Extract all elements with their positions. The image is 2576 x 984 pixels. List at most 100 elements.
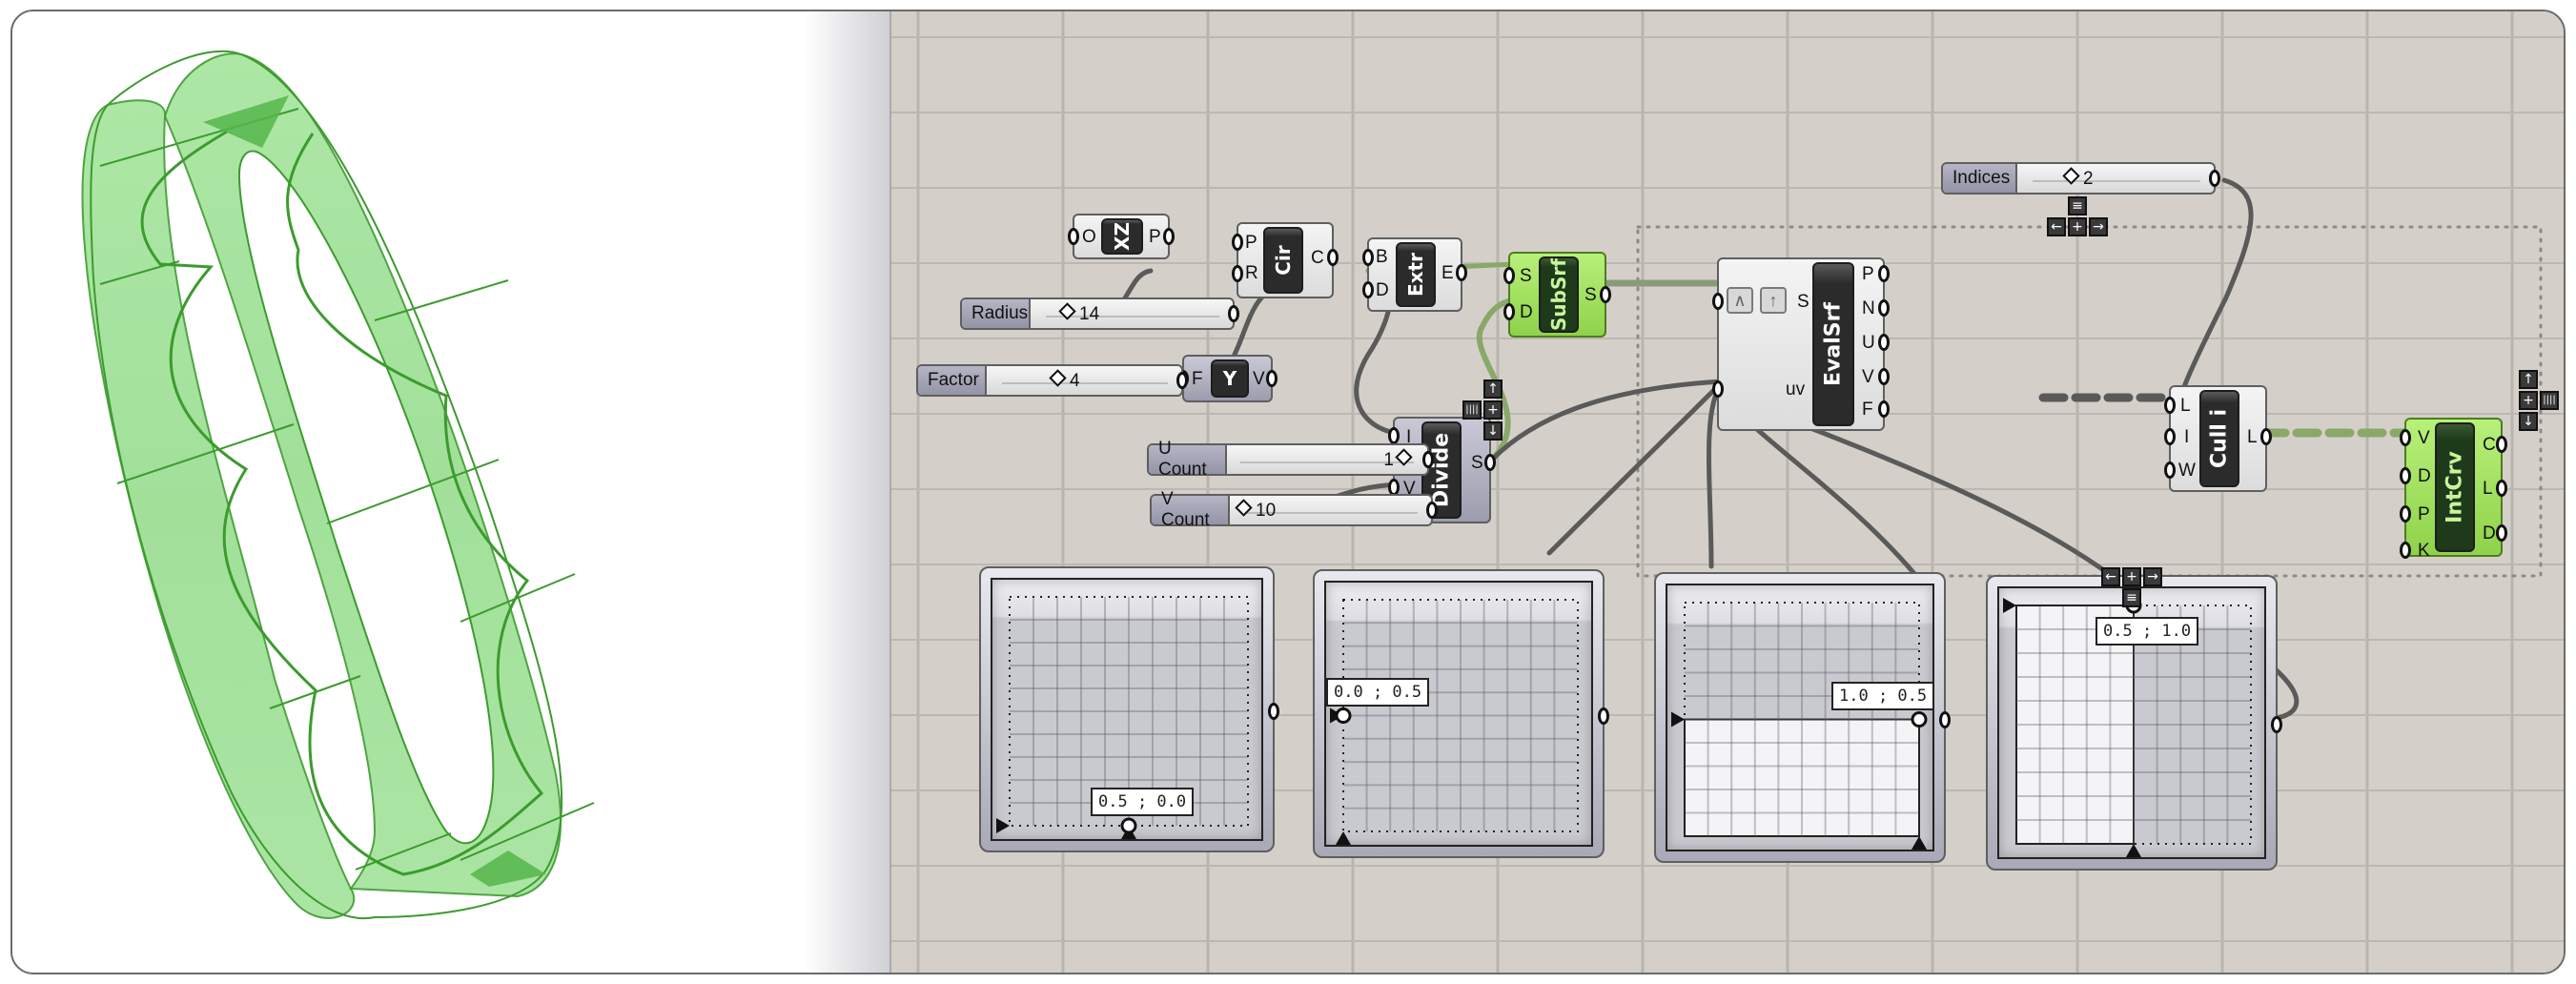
output-grip[interactable]: [1878, 368, 1890, 385]
list-toggle-icon[interactable]: ||||: [1462, 400, 1482, 420]
output-grip[interactable]: [2260, 428, 2272, 445]
output-grip[interactable]: [1878, 265, 1890, 282]
output-grip[interactable]: [1266, 370, 1278, 387]
plus-icon[interactable]: +: [1483, 400, 1503, 420]
input-grip[interactable]: [2400, 467, 2411, 484]
reparameterize-icon[interactable]: ∧: [1727, 287, 1753, 314]
list-icon[interactable]: ≡: [2068, 196, 2087, 215]
v-marker-icon[interactable]: [996, 818, 1010, 833]
component-circle[interactable]: P R Cir C: [1232, 222, 1339, 298]
slider-handle-icon[interactable]: [1049, 369, 1067, 387]
input-grip[interactable]: [2400, 505, 2411, 523]
md-slider[interactable]: 0.5 ; 0.0: [979, 566, 1279, 852]
arrow-down-icon[interactable]: ↓: [1483, 421, 1503, 441]
input-grip[interactable]: [1068, 228, 1079, 245]
slider-value[interactable]: 14: [1057, 302, 1099, 325]
slider-handle-icon[interactable]: [1235, 499, 1253, 517]
output-grip[interactable]: [2496, 524, 2507, 542]
u-marker-icon[interactable]: [2126, 844, 2141, 857]
md-slider-area[interactable]: 1.0 ; 0.5: [1666, 584, 1935, 851]
input-grip[interactable]: [1362, 249, 1374, 266]
output-grip[interactable]: [1228, 305, 1239, 322]
output-grip[interactable]: [1163, 228, 1175, 245]
output-grip[interactable]: [2209, 170, 2220, 187]
output-grip[interactable]: [1878, 299, 1890, 317]
slider-value[interactable]: 1: [1383, 448, 1416, 471]
output-grip[interactable]: [2496, 436, 2507, 453]
output-grip[interactable]: [1484, 454, 1496, 471]
arrow-right-icon[interactable]: →: [2143, 567, 2162, 586]
u-marker-icon[interactable]: [1336, 831, 1351, 845]
slider-value[interactable]: 2: [2061, 167, 2094, 190]
component-interpolate-curve[interactable]: V D P K IntCrv C L D: [2400, 418, 2507, 561]
list-toggle-icon[interactable]: ||||: [2540, 391, 2559, 410]
grasshopper-canvas[interactable]: O XZ P P R Cir C B D Extr E F Y V S D Su…: [889, 11, 2564, 973]
arrow-up-icon[interactable]: ↑: [1483, 379, 1503, 399]
output-grip[interactable]: [1327, 249, 1339, 266]
output-grip[interactable]: [1268, 703, 1279, 720]
slider-handle-icon[interactable]: [1395, 448, 1413, 466]
md-slider[interactable]: 0.0 ; 0.5: [1313, 569, 1609, 858]
input-grip[interactable]: [1388, 427, 1400, 444]
input-grip[interactable]: [2164, 461, 2176, 479]
v-marker-icon[interactable]: [1671, 711, 1685, 728]
rhino-viewport[interactable]: [12, 11, 889, 973]
input-grip[interactable]: [1232, 265, 1243, 282]
input-grip[interactable]: [1232, 234, 1243, 251]
arrow-left-icon[interactable]: ←: [2101, 567, 2120, 586]
output-grip[interactable]: [1878, 334, 1890, 351]
md-slider-handle[interactable]: [1120, 817, 1137, 834]
output-grip[interactable]: [1600, 286, 1611, 303]
md-slider-handle[interactable]: [1335, 707, 1352, 724]
slider-value[interactable]: 4: [1048, 369, 1080, 392]
output-grip[interactable]: [1422, 451, 1434, 468]
component-cull-index[interactable]: L I W Cull i L: [2164, 385, 2272, 492]
component-subsurface[interactable]: S D SubSrf S: [1503, 252, 1611, 338]
slider-handle-icon[interactable]: [2062, 167, 2080, 185]
output-grip[interactable]: [1176, 372, 1188, 389]
output-grip[interactable]: [2271, 716, 2282, 733]
component-evaluate-surface[interactable]: ∧ ↑ S uv EvalSrf P N U V F: [1712, 257, 1890, 431]
slider-indices[interactable]: Indices 2: [1941, 162, 2220, 195]
arrow-left-icon[interactable]: ←: [2047, 217, 2066, 236]
input-grip[interactable]: [2400, 542, 2411, 559]
component-xz-plane[interactable]: O XZ P: [1068, 214, 1175, 259]
input-grip[interactable]: [1712, 380, 1724, 398]
slider-radius[interactable]: Radius 14: [960, 297, 1239, 330]
input-grip[interactable]: [2164, 428, 2176, 445]
md-slider-area[interactable]: 0.5 ; 1.0: [1997, 586, 2266, 859]
input-grip[interactable]: [1362, 281, 1374, 298]
plus-icon[interactable]: +: [2068, 217, 2087, 236]
slider-handle-icon[interactable]: [1058, 302, 1076, 320]
input-grip[interactable]: [1712, 293, 1724, 310]
list-icon[interactable]: ≡: [2122, 588, 2141, 607]
slider-track[interactable]: [2033, 173, 2200, 182]
md-slider[interactable]: 1.0 ; 0.5: [1654, 572, 1951, 863]
slider-u-count[interactable]: U Count 1: [1147, 439, 1434, 480]
output-grip[interactable]: [2496, 480, 2507, 497]
output-grip[interactable]: [1598, 707, 1609, 725]
input-grip[interactable]: [1503, 267, 1515, 284]
md-slider-area[interactable]: 0.5 ; 0.0: [991, 578, 1263, 841]
output-grip[interactable]: [1456, 264, 1467, 281]
output-grip[interactable]: [1939, 710, 1951, 728]
component-unit-y[interactable]: F Y V: [1177, 355, 1278, 402]
slider-track[interactable]: [1002, 375, 1168, 384]
input-grip[interactable]: [1503, 303, 1515, 320]
slider-value[interactable]: 10: [1234, 499, 1276, 522]
slider-v-count[interactable]: V Count 10: [1150, 489, 1438, 530]
md-slider-area[interactable]: 0.0 ; 0.5: [1324, 581, 1593, 847]
u-marker-icon[interactable]: [1912, 836, 1927, 850]
input-grip[interactable]: [2400, 429, 2411, 446]
md-slider-handle[interactable]: [1911, 711, 1928, 728]
output-grip[interactable]: [1878, 400, 1890, 418]
arrow-up-icon[interactable]: ↑: [2519, 370, 2538, 389]
output-grip[interactable]: [1426, 502, 1438, 519]
input-grip[interactable]: [2164, 397, 2176, 414]
plus-icon[interactable]: +: [2519, 391, 2538, 410]
v-marker-icon[interactable]: [2003, 598, 2016, 613]
reverse-icon[interactable]: ↑: [1760, 287, 1787, 314]
slider-factor[interactable]: Factor 4: [916, 364, 1188, 397]
plus-icon[interactable]: +: [2122, 567, 2141, 586]
component-extrude[interactable]: B D Extr E: [1362, 237, 1467, 312]
